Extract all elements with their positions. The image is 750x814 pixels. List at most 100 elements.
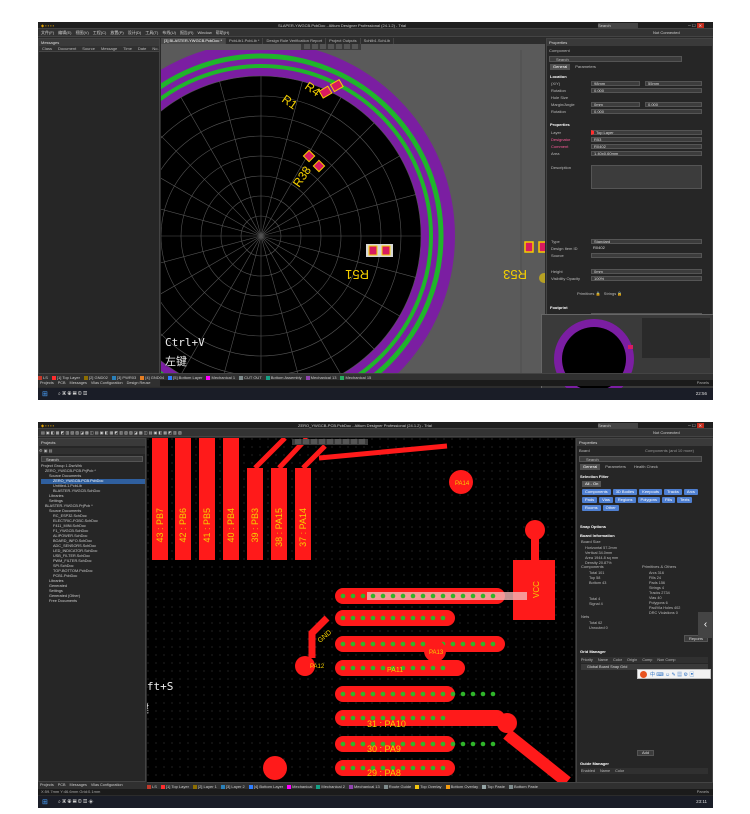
arc-icon[interactable] (351, 439, 357, 445)
bottom-panel-tab[interactable]: Design Reuse (125, 380, 153, 387)
ime-toolbar[interactable]: 中 ⌨ ☺ ✎ ▦ ⚙ ▣ (637, 669, 711, 679)
bottom-panel-tab[interactable]: PCB (56, 782, 68, 789)
panels-button[interactable]: Panels (697, 789, 709, 795)
filter-chip[interactable]: Vias (599, 497, 613, 503)
panels-button[interactable]: Panels (697, 380, 709, 386)
ime-logo-icon[interactable] (640, 671, 647, 678)
ime-buttons[interactable]: 中 ⌨ ☺ ✎ ▦ ⚙ ▣ (650, 671, 694, 678)
filter-chip[interactable]: Components (582, 489, 611, 495)
rotation-field[interactable]: 0.000 (591, 88, 702, 93)
menu-item[interactable]: 工具(T) (145, 30, 158, 35)
save-icon[interactable]: ▤ (49, 448, 53, 453)
dimension-icon[interactable] (343, 439, 349, 445)
fill-icon[interactable] (359, 439, 365, 445)
guide-manager-section[interactable]: Guide Manager (580, 761, 609, 766)
footprint-section[interactable]: Footprint (550, 305, 568, 310)
bottom-panel-tab[interactable]: Vilas Configuration (89, 380, 125, 387)
properties-tab[interactable]: Parameters (602, 464, 629, 470)
windows-start-icon[interactable]: ⊞ (42, 798, 48, 806)
messages-column-header[interactable]: Class (42, 46, 52, 51)
menu-item[interactable]: 放置(P) (110, 30, 123, 35)
search-input[interactable]: Search (598, 423, 638, 428)
toolbar-icons[interactable]: ▤ ▣ ◧ ▦ ◩ ▥ ▧ ▨ ◪ ▩ ◫ ▤ ▣ ◧ ▦ ◩ ▥ ▧ ▨ ◪ … (41, 430, 182, 435)
filter-chip[interactable]: Pads (582, 497, 598, 503)
menu-items[interactable]: 文件(F) 编辑(E) 视图(V) 工程(C) 放置(P) 设计(D) 工具(T) 布线(U)… (41, 30, 233, 36)
messages-column-header[interactable]: Time (123, 46, 132, 51)
column-header[interactable]: Origin (627, 657, 637, 663)
bottom-panel-tab[interactable]: Projects (38, 380, 56, 387)
filter-chip[interactable]: 3D Bodies (612, 489, 638, 495)
menu-item[interactable]: Window (198, 30, 212, 35)
projects-search[interactable]: Search (41, 456, 143, 462)
messages-column-header[interactable]: Date (138, 46, 146, 51)
menu-item[interactable]: 报告(R) (180, 30, 194, 35)
projects-toolbar[interactable]: ⚙ ▣ ▤ (39, 448, 145, 454)
column-header[interactable]: Enabled (581, 768, 595, 774)
filter-all-toggle[interactable]: All - On (582, 481, 602, 487)
window-controls[interactable]: ─ ☐ ✕ (688, 423, 705, 428)
column-header[interactable]: Priority (581, 657, 593, 663)
bottom-panel-tab[interactable]: Messages (68, 782, 89, 789)
messages-column-header[interactable]: Document (58, 46, 76, 51)
menu-item[interactable]: 设计(D) (128, 30, 142, 35)
windows-start-icon[interactable]: ⊞ (42, 390, 48, 398)
x-field[interactable]: 98mm (591, 81, 640, 86)
filter-chip[interactable]: Arcs (683, 489, 698, 495)
via-icon[interactable] (319, 439, 325, 445)
menu-item[interactable]: 帮助(H) (216, 30, 230, 35)
filter-icon[interactable] (295, 439, 301, 445)
pcb-canvas[interactable]: [3] BLASTER-YWGCB.PcbDoc * PcbLib1.PcbLib… (161, 38, 545, 380)
pad-icon[interactable] (311, 439, 317, 445)
column-header[interactable]: Color (613, 657, 622, 663)
area-field[interactable]: 1.40x0.60mm (591, 151, 702, 156)
lock-icon[interactable]: 🔒 (595, 291, 600, 296)
bottom-panel-tab[interactable]: Vilas Configuration (89, 782, 125, 789)
column-header[interactable]: Comp (642, 657, 652, 663)
messages-column-header[interactable]: Source (82, 46, 95, 51)
gear-icon[interactable]: ⚙ (39, 448, 43, 453)
filter-chip[interactable]: Polygons (637, 497, 660, 503)
properties-search[interactable]: Search (579, 456, 702, 462)
properties-search[interactable]: Search (549, 56, 682, 62)
menu-item[interactable]: 视图(V) (75, 30, 88, 35)
column-header[interactable]: Name (598, 657, 608, 663)
board-info-section[interactable]: Board Information (580, 533, 615, 538)
filter-chip[interactable]: Other (602, 505, 619, 511)
collapse-arrow-icon[interactable]: ‹ (698, 612, 713, 638)
messages-column-header[interactable]: Message (101, 46, 117, 51)
height-field[interactable]: 0mm (591, 269, 702, 274)
pcb-canvas[interactable]: PA14 VCC PA12 PA13 PA11 GND 31: PA10 30… (147, 438, 575, 782)
filter-chip[interactable]: Rooms (582, 505, 601, 511)
comment-field[interactable]: R0402 (591, 144, 702, 149)
y-field[interactable]: 55mm (645, 81, 702, 86)
text-icon[interactable] (327, 439, 333, 445)
margin-field[interactable]: 0mm (591, 102, 640, 107)
column-header[interactable]: Name (600, 768, 610, 774)
snap-section[interactable]: Snap Options (580, 524, 606, 529)
messages-column-header[interactable]: No. (152, 46, 158, 51)
filter-chip[interactable]: Tracks (664, 489, 682, 495)
filter-chip[interactable]: Texts (677, 497, 693, 503)
properties-tab[interactable]: Parameters (572, 64, 599, 70)
window-controls[interactable]: ─ ☐ ✕ (688, 23, 705, 28)
properties-section[interactable]: Properties (550, 122, 570, 127)
folder-icon[interactable]: ▣ (44, 448, 48, 453)
type-select[interactable]: Standard (591, 239, 702, 244)
layer-select[interactable]: Top Layer (591, 130, 702, 135)
properties-tab[interactable]: Health Check (631, 464, 661, 470)
description-field[interactable] (591, 165, 702, 189)
bottom-panel-tab[interactable]: PCB (56, 380, 68, 387)
bottom-panel-tab[interactable]: Projects (38, 782, 56, 789)
filter-chip[interactable]: Fills (662, 497, 676, 503)
route-icon[interactable] (303, 439, 309, 445)
margin-angle-field[interactable]: 0.000 (645, 102, 702, 107)
rotation2-field[interactable]: 0.000 (591, 109, 702, 114)
menu-item[interactable]: 文件(F) (41, 30, 54, 35)
column-header[interactable]: Non Comp (657, 657, 675, 663)
menu-item[interactable]: 编辑(E) (58, 30, 71, 35)
bottom-panel-tab[interactable]: Messages (68, 380, 89, 387)
menu-item[interactable]: 布线(U) (162, 30, 176, 35)
not-connected-label[interactable]: Not Connected (653, 30, 680, 35)
grid-manager-section[interactable]: Grid Manager (580, 649, 606, 654)
search-input[interactable]: Search (598, 23, 638, 28)
